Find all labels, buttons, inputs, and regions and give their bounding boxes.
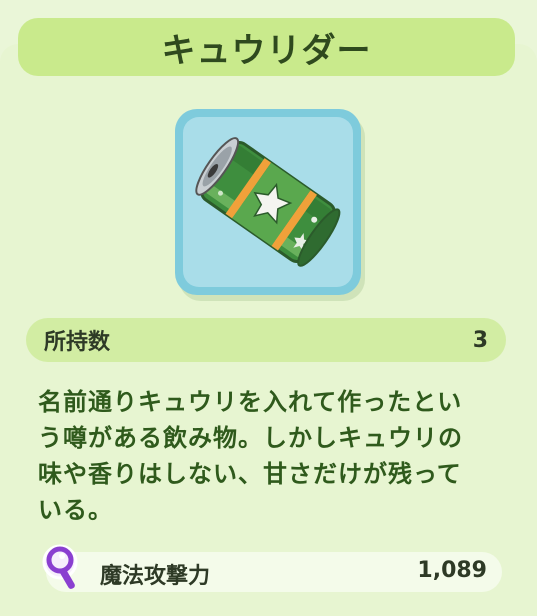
item-image-background <box>183 117 353 287</box>
item-image-frame <box>175 109 361 295</box>
owned-count-value: 3 <box>472 327 488 353</box>
owned-count-label: 所持数 <box>44 330 111 355</box>
description-line: う噂がある飲み物。しかしキュウリの <box>38 424 463 452</box>
magic-wand-icon <box>42 544 78 589</box>
description-line: 味や香りはしない、甘さだけが残って <box>38 460 462 488</box>
stat-value: 1,089 <box>417 558 487 583</box>
item-description: 名前通りキュウリを入れて作ったとい う噂がある飲み物。しかしキュウリの 味や香り… <box>38 384 506 528</box>
item-name: キュウリダー <box>161 30 372 71</box>
description-line: 名前通りキュウリを入れて作ったとい <box>38 388 463 416</box>
description-line: いる。 <box>38 496 113 524</box>
green-can-icon <box>195 137 341 267</box>
title-bar: キュウリダー <box>18 18 515 76</box>
owned-count-bar: 所持数 3 <box>26 318 506 362</box>
stat-label: 魔法攻撃力 <box>100 564 211 589</box>
